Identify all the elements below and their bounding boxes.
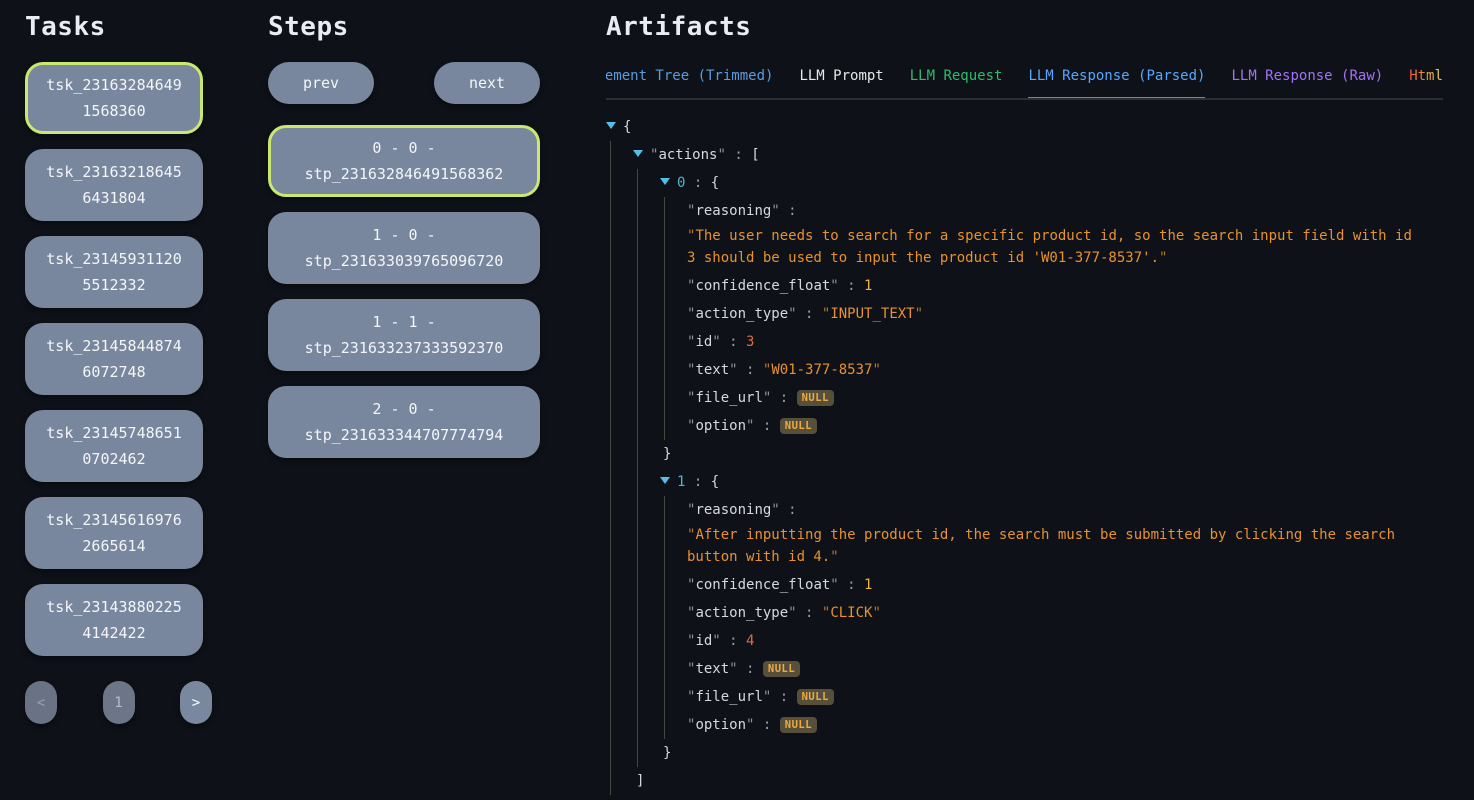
json-row: }	[663, 739, 1443, 767]
json-children: 0 : {"reasoning" : "The user needs to se…	[637, 169, 1443, 767]
prev-step-button[interactable]: prev	[268, 62, 374, 104]
json-children: "reasoning" : "The user needs to search …	[664, 197, 1443, 440]
next-step-button[interactable]: next	[434, 62, 540, 104]
pagination-prev-button[interactable]: <	[25, 681, 57, 724]
json-children: "reasoning" : "After inputting the produ…	[664, 496, 1443, 739]
json-row: "id" : 4	[687, 627, 1443, 655]
collapse-arrow-icon[interactable]	[660, 477, 670, 484]
tab-llm-response-parsed[interactable]: LLM Response (Parsed)	[1028, 62, 1205, 100]
task-button[interactable]: tsk_231438802254142422	[25, 584, 203, 656]
step-button[interactable]: 2 - 0 - stp_231633344707774794	[268, 386, 540, 458]
collapse-arrow-icon[interactable]	[660, 178, 670, 185]
json-row: {	[606, 113, 1443, 141]
json-node: "text" : "W01-377-8537"	[687, 356, 1443, 384]
json-row: 1 : {	[660, 468, 1443, 496]
json-row: 0 : {	[660, 169, 1443, 197]
null-badge: NULL	[763, 661, 800, 677]
json-node: "file_url" : NULL	[687, 683, 1443, 711]
json-node: "id" : 3	[687, 328, 1443, 356]
json-node: "id" : 4	[687, 627, 1443, 655]
task-button[interactable]: tsk_231456169762665614	[25, 497, 203, 569]
task-button[interactable]: tsk_231457486510702462	[25, 410, 203, 482]
json-row: "text" : "W01-377-8537"	[687, 356, 1443, 384]
json-row: }	[663, 440, 1443, 468]
json-node: "option" : NULL	[687, 711, 1443, 739]
null-badge: NULL	[780, 717, 817, 733]
json-row: "action_type" : "CLICK"	[687, 599, 1443, 627]
json-row: "file_url" : NULL	[687, 683, 1443, 711]
tasks-panel: Tasks tsk_231632846491568360 tsk_23163218…	[25, 0, 203, 800]
json-row: "option" : NULL	[687, 412, 1443, 440]
json-row: "file_url" : NULL	[687, 384, 1443, 412]
json-node: "confidence_float" : 1	[687, 272, 1443, 300]
json-node: 1 : {"reasoning" : "After inputting the …	[660, 468, 1443, 767]
task-button[interactable]: tsk_231458448746072748	[25, 323, 203, 395]
json-row: ]	[636, 767, 1443, 795]
step-list: 0 - 0 - stp_231632846491568362 1 - 0 - st…	[268, 125, 540, 458]
json-node: "reasoning" : "The user needs to search …	[687, 197, 1443, 269]
task-button[interactable]: tsk_231632186456431804	[25, 149, 203, 221]
json-children: "actions" : [0 : {"reasoning" : "The use…	[610, 141, 1443, 795]
json-row: "reasoning" :	[687, 496, 1443, 524]
json-row: "reasoning" :	[687, 197, 1443, 225]
pagination-next-button[interactable]: >	[180, 681, 212, 724]
json-node: "action_type" : "INPUT_TEXT"	[687, 300, 1443, 328]
json-row: "id" : 3	[687, 328, 1443, 356]
step-button[interactable]: 0 - 0 - stp_231632846491568362	[268, 125, 540, 197]
task-list: tsk_231632846491568360 tsk_23163218645643…	[25, 62, 203, 656]
tasks-title: Tasks	[25, 12, 203, 42]
step-nav: prev next	[268, 62, 540, 104]
json-node: {"actions" : [0 : {"reasoning" : "The us…	[606, 113, 1443, 800]
task-button[interactable]: tsk_231459311205512332	[25, 236, 203, 308]
json-row: }	[609, 795, 1443, 800]
json-row: "option" : NULL	[687, 711, 1443, 739]
artifacts-title: Artifacts	[606, 12, 1443, 42]
tab-llm-request[interactable]: LLM Request	[910, 62, 1003, 100]
null-badge: NULL	[780, 418, 817, 434]
collapse-arrow-icon[interactable]	[633, 150, 643, 157]
task-pagination: < 1 >	[25, 681, 212, 724]
json-node: 0 : {"reasoning" : "The user needs to se…	[660, 169, 1443, 468]
json-row: "confidence_float" : 1	[687, 272, 1443, 300]
tab-html-raw[interactable]: Html (Raw)	[1409, 62, 1443, 100]
json-node: "confidence_float" : 1	[687, 571, 1443, 599]
json-node: "reasoning" : "After inputting the produ…	[687, 496, 1443, 568]
tab-element-tree-trimmed[interactable]: Element Tree (Trimmed)	[606, 62, 773, 100]
json-row: "action_type" : "INPUT_TEXT"	[687, 300, 1443, 328]
json-viewer: {"actions" : [0 : {"reasoning" : "The us…	[606, 113, 1443, 800]
task-button[interactable]: tsk_231632846491568360	[25, 62, 203, 134]
json-node: "file_url" : NULL	[687, 384, 1443, 412]
json-row: "confidence_float" : 1	[687, 571, 1443, 599]
tab-llm-response-raw[interactable]: LLM Response (Raw)	[1231, 62, 1383, 100]
collapse-arrow-icon[interactable]	[606, 122, 616, 129]
json-node: "actions" : [0 : {"reasoning" : "The use…	[633, 141, 1443, 795]
json-node: "action_type" : "CLICK"	[687, 599, 1443, 627]
json-row: "text" : NULL	[687, 655, 1443, 683]
json-node: "text" : NULL	[687, 655, 1443, 683]
step-button[interactable]: 1 - 1 - stp_231633237333592370	[268, 299, 540, 371]
json-node: "option" : NULL	[687, 412, 1443, 440]
artifacts-tabbar: Element Tree (Trimmed) LLM Prompt LLM Requ…	[606, 62, 1443, 100]
null-badge: NULL	[797, 390, 834, 406]
json-string-value: "After inputting the product id, the sea…	[687, 524, 1427, 568]
json-string-value: "The user needs to search for a specific…	[687, 225, 1427, 269]
pagination-page-button[interactable]: 1	[103, 681, 135, 724]
steps-title: Steps	[268, 12, 540, 42]
steps-panel: Steps prev next 0 - 0 - stp_231632846491…	[268, 0, 540, 800]
null-badge: NULL	[797, 689, 834, 705]
tab-llm-prompt[interactable]: LLM Prompt	[799, 62, 883, 100]
artifacts-panel: Artifacts Element Tree (Trimmed) LLM Prom…	[606, 0, 1443, 800]
step-button[interactable]: 1 - 0 - stp_231633039765096720	[268, 212, 540, 284]
json-row: "actions" : [	[633, 141, 1443, 169]
